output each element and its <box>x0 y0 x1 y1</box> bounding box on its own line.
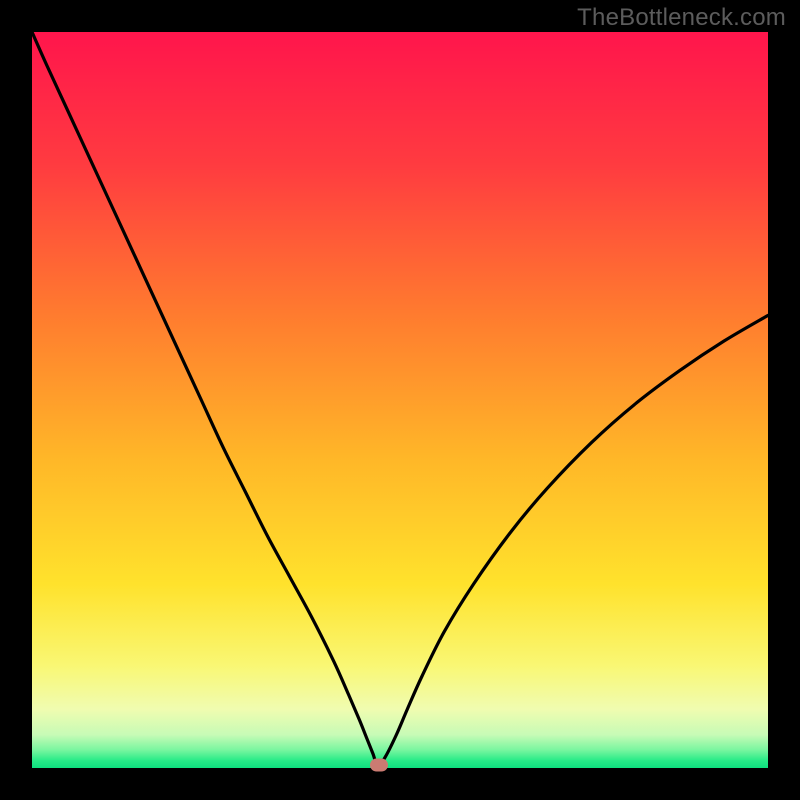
watermark-text: TheBottleneck.com <box>577 4 786 32</box>
optimum-marker <box>370 759 388 772</box>
plot-area <box>32 32 768 768</box>
plot-svg <box>32 32 768 768</box>
chart-frame: TheBottleneck.com <box>0 0 800 800</box>
gradient-background <box>32 32 768 768</box>
